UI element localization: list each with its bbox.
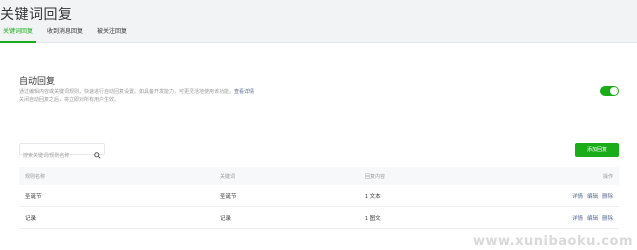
main-panel: 自动回复 通过编辑内容或关键词规则，快速进行自动回复设置。如具备开发能力，可更灵…: [0, 43, 637, 250]
auto-reply-title: 自动回复: [19, 76, 56, 86]
cell-rule-name: 圣诞节: [25, 193, 42, 200]
edit-button[interactable]: 编辑: [587, 216, 598, 222]
tab-bar: 关键词回复 收到消息回复 被关注回复: [0, 27, 637, 43]
cell-rule-name: 记录: [25, 215, 37, 222]
delete-button[interactable]: 删除: [602, 194, 613, 200]
search-input[interactable]: [23, 151, 93, 161]
details-link[interactable]: 查看详情: [234, 89, 254, 95]
cell-content: 1 文本: [365, 193, 381, 200]
search-box: [19, 143, 105, 161]
cell-keyword: 记录: [220, 215, 232, 222]
cell-keyword: 圣诞节: [220, 193, 237, 200]
tab-message-reply[interactable]: 收到消息回复: [44, 27, 86, 43]
cell-content: 1 图文: [365, 215, 381, 222]
tab-keyword-reply[interactable]: 关键词回复: [0, 27, 37, 43]
rules-table: 规则名称 关键词 回复内容 操作 圣诞节 圣诞节 1 文本 详情 编辑 删除 记录 …: [19, 167, 619, 229]
auto-reply-description: 通过编辑内容或关键词规则，快速进行自动回复设置。如具备开发能力，可更灵活地使用该…: [19, 88, 319, 104]
header-content: 回复内容: [365, 173, 386, 180]
search-icon[interactable]: [94, 146, 101, 164]
auto-reply-toggle[interactable]: [600, 86, 619, 96]
details-button[interactable]: 详情: [572, 194, 583, 200]
table-row: 圣诞节 圣诞节 1 文本 详情 编辑 删除: [19, 185, 619, 207]
delete-button[interactable]: 删除: [602, 216, 613, 222]
watermark: www.xunibaoku.com: [472, 234, 633, 249]
table-header: 规则名称 关键词 回复内容 操作: [19, 167, 619, 185]
cell-ops: 详情 编辑 删除: [549, 192, 619, 200]
table-row: 记录 记录 1 图文 详情 编辑 删除: [19, 207, 619, 229]
header-ops: 操作: [602, 173, 613, 180]
description-text: 通过编辑内容或关键词规则，快速进行自动回复设置。如具备开发能力，可更灵活地使用该…: [19, 89, 235, 95]
tab-follow-reply[interactable]: 被关注回复: [94, 27, 130, 43]
details-button[interactable]: 详情: [572, 216, 583, 222]
header-rule-name: 规则名称: [25, 173, 46, 180]
page-title: 关键词回复: [0, 6, 73, 22]
cell-ops: 详情 编辑 删除: [549, 214, 619, 222]
add-reply-button[interactable]: 添加回复: [575, 143, 619, 157]
header-keyword: 关键词: [220, 173, 236, 180]
edit-button[interactable]: 编辑: [587, 194, 598, 200]
toggle-knob: [610, 87, 618, 95]
description-text-2: 关闭自动回复之后，将立即对所有用户生效。: [19, 97, 120, 103]
